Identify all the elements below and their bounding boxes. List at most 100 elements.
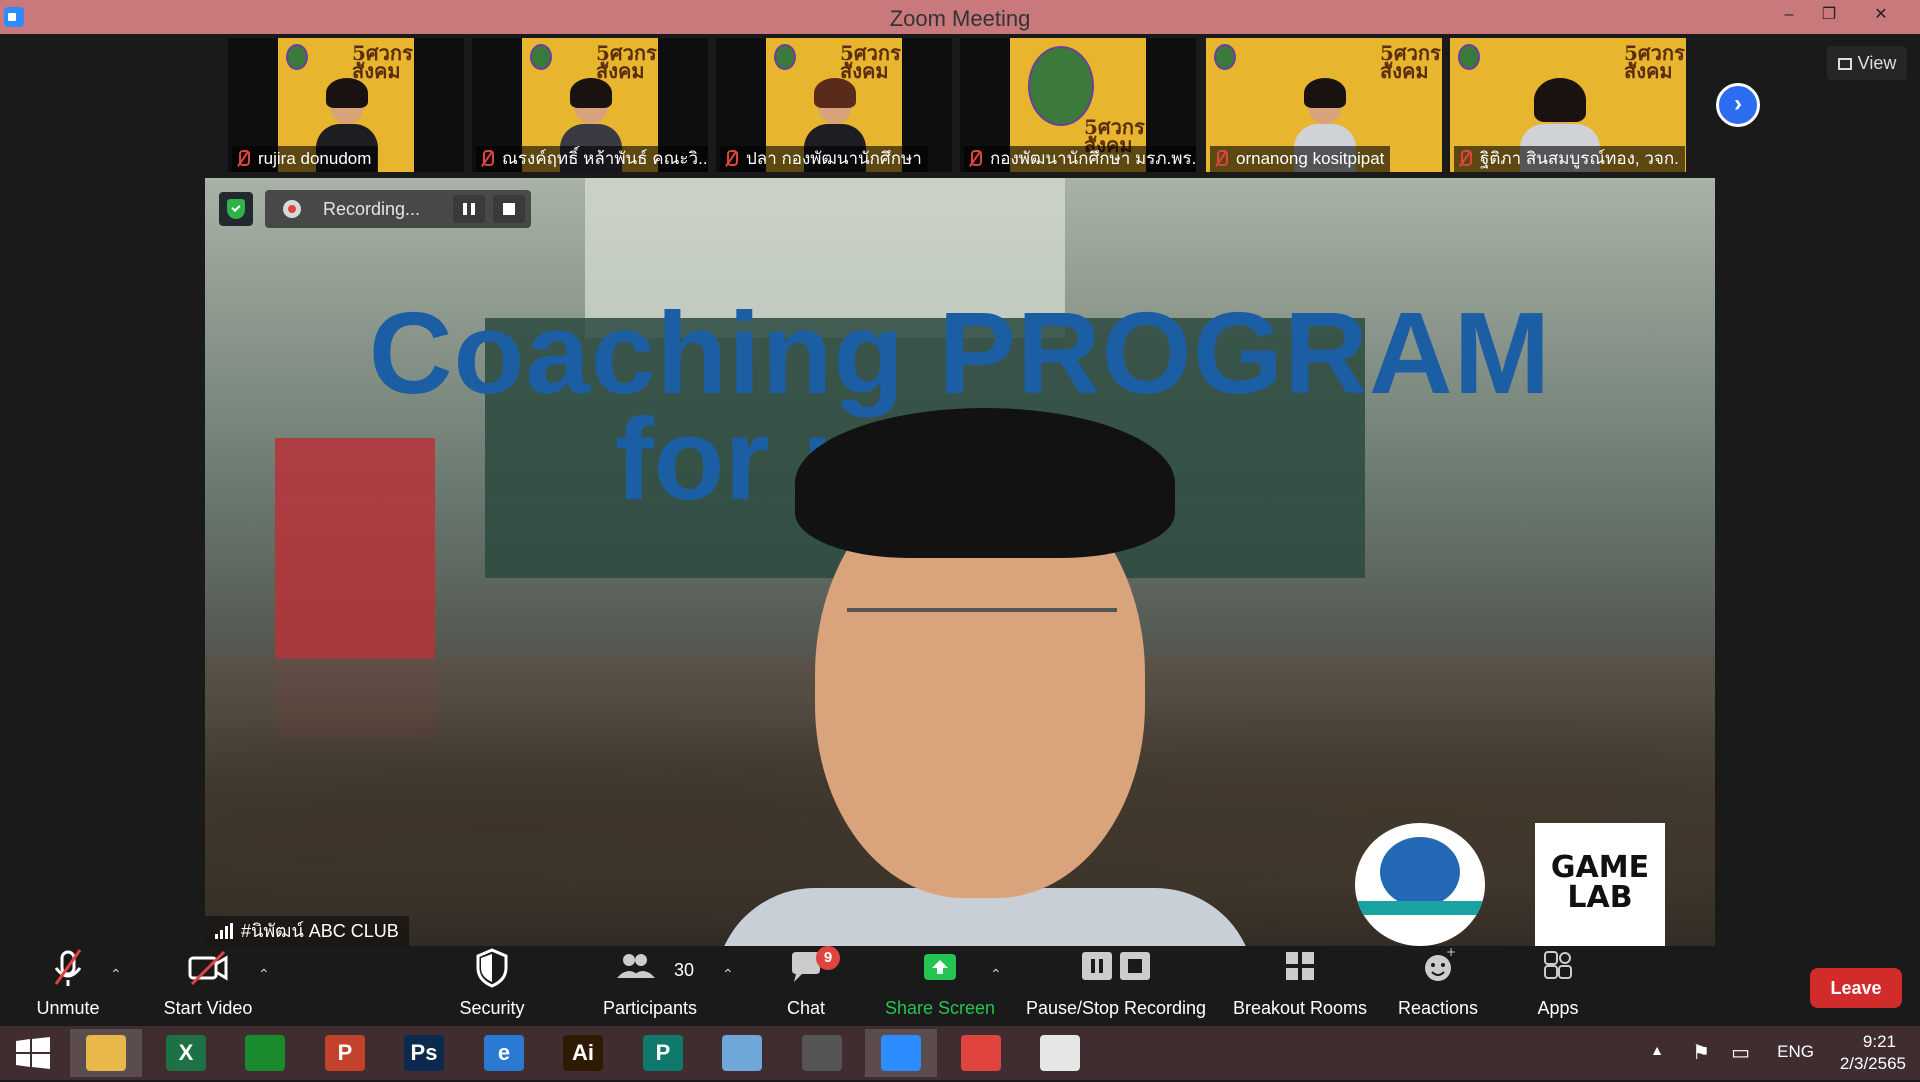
clock-date[interactable]: 2/3/2565 <box>1840 1054 1906 1074</box>
taskbar-illustrator-button[interactable]: Ai <box>547 1029 619 1077</box>
participant-tile[interactable]: 5ศวกร สังคม rujira donudom <box>228 38 464 172</box>
university-seal-icon <box>774 44 796 70</box>
presenter-figure <box>715 408 1255 946</box>
signal-strength-icon <box>215 923 233 939</box>
view-label: View <box>1857 53 1897 73</box>
photoscape-icon <box>802 1035 842 1071</box>
mic-muted-icon <box>1214 150 1228 168</box>
participant-tile[interactable]: 5ศวกร สังคม ณรงค์ฤทธิ์ หล้าพันธ์ คณะวิ... <box>472 38 708 172</box>
taskbar-store-button[interactable] <box>229 1029 301 1077</box>
language-indicator[interactable]: ENG <box>1777 1042 1814 1062</box>
participant-tile[interactable]: 5ศวกร สังคม ornanong kositpipat <box>1206 38 1442 172</box>
chat-icon: 9 <box>772 946 840 990</box>
game-lab-logo: GAME LAB <box>1535 823 1665 946</box>
start-video-label: Start Video <box>163 998 253 1018</box>
participant-tile[interactable]: 5ศวกร สังคม ปลา กองพัฒนานักศึกษา <box>716 38 952 172</box>
brand-logo: 5ศวกร สังคม <box>1624 41 1685 83</box>
taskbar-chrome-button[interactable] <box>945 1029 1017 1077</box>
university-seal-icon <box>530 44 552 70</box>
windows-logo-icon <box>16 1037 50 1069</box>
apps-button[interactable]: Apps <box>1526 946 1590 1026</box>
start-button[interactable] <box>0 1029 66 1077</box>
file-explorer-icon <box>86 1035 126 1071</box>
participants-icon: 30 <box>594 946 706 990</box>
participant-tile[interactable]: 5ศวกร สังคม ฐิติภา สินสมบูรณ์ทอง, วจก. <box>1450 38 1686 172</box>
participants-button[interactable]: 30 Participants <box>594 946 706 1026</box>
excel-icon: X <box>166 1035 206 1071</box>
reactions-icon: + <box>1388 945 1488 990</box>
stop-recording-button[interactable] <box>493 195 525 223</box>
unmute-label: Unmute <box>36 998 100 1018</box>
mic-muted-icon <box>236 150 250 168</box>
close-button[interactable]: ✕ <box>1858 0 1904 34</box>
participant-tile[interactable]: 5ศวกร สังคม กองพัฒนานักศึกษา มรภ.พร... <box>960 38 1196 172</box>
mic-muted-icon <box>1458 150 1472 168</box>
mic-muted-icon <box>22 946 114 990</box>
next-page-button[interactable]: › <box>1716 83 1760 127</box>
pause-stop-icon <box>1024 946 1208 990</box>
share-options-caret[interactable]: ⌃ <box>990 966 1002 983</box>
powerpoint-icon: P <box>325 1035 365 1071</box>
university-logo <box>1355 823 1485 946</box>
mic-muted-icon <box>724 150 738 168</box>
internet-explorer-icon: e <box>484 1035 524 1071</box>
taskbar-internet-explorer-button[interactable]: e <box>468 1029 540 1077</box>
restore-button[interactable]: ❐ <box>1806 0 1852 34</box>
taskbar-excel-button[interactable]: X <box>150 1029 222 1077</box>
action-center-flag-icon[interactable]: ⚑ <box>1692 1040 1710 1065</box>
pause-stop-recording-label: Pause/Stop Recording <box>1025 998 1207 1018</box>
store-icon <box>245 1035 285 1071</box>
apps-label: Apps <box>1537 998 1579 1018</box>
brand-logo: 5ศวกร สังคม <box>1380 41 1441 83</box>
window-titlebar: Zoom Meeting – ❐ ✕ <box>0 0 1920 34</box>
publisher-icon: P <box>643 1035 683 1071</box>
encryption-shield-icon[interactable] <box>219 192 253 226</box>
taskbar-app-blue-button[interactable] <box>706 1029 778 1077</box>
leave-button[interactable]: Leave <box>1810 968 1902 1008</box>
taskbar-photoscape-button[interactable] <box>786 1029 858 1077</box>
taskbar-photoshop-button[interactable]: Ps <box>388 1029 460 1077</box>
share-screen-button[interactable]: Share Screen <box>884 946 996 1026</box>
app-blue-icon <box>722 1035 762 1071</box>
participant-name-label: ฐิติภา สินสมบูรณ์ทอง, วจก. <box>1454 146 1685 172</box>
audio-options-caret[interactable]: ⌃ <box>110 966 122 983</box>
photoshop-icon: Ps <box>404 1035 444 1071</box>
slide-headline: Coaching PROGRAM <box>368 288 1552 418</box>
recording-label: Recording... <box>323 199 421 219</box>
network-icon[interactable]: ▭ <box>1731 1040 1750 1065</box>
zoom-icon <box>881 1035 921 1071</box>
clock-time[interactable]: 9:21 <box>1863 1032 1896 1052</box>
reactions-button[interactable]: + Reactions <box>1388 945 1488 1026</box>
participants-options-caret[interactable]: ⌃ <box>722 966 734 983</box>
windows-taskbar: X P Ps e Ai P ▲ ⚑ ▭ ENG 9:21 2/3/2565 <box>0 1026 1920 1080</box>
mic-muted-icon <box>968 150 982 168</box>
taskbar-file-explorer-button[interactable] <box>70 1029 142 1077</box>
participant-name-label: ณรงค์ฤทธิ์ หล้าพันธ์ คณะวิ... <box>476 146 708 172</box>
view-button[interactable]: View <box>1827 46 1907 80</box>
security-button[interactable]: Security <box>452 946 532 1026</box>
taskbar-publisher-button[interactable]: P <box>627 1029 699 1077</box>
show-hidden-icons-icon[interactable]: ▲ <box>1650 1042 1664 1058</box>
recording-indicator: Recording... <box>265 190 531 228</box>
speaker-name-label: #นิพัฒน์ ABC CLUB <box>205 916 409 946</box>
apps-icon <box>1526 946 1590 990</box>
speaker-name: #นิพัฒน์ ABC CLUB <box>241 921 399 941</box>
taskbar-app-photos-button[interactable] <box>1024 1029 1096 1077</box>
start-video-button[interactable]: Start Video <box>156 946 260 1026</box>
video-options-caret[interactable]: ⌃ <box>258 966 270 983</box>
chat-button[interactable]: 9 Chat <box>772 946 840 1026</box>
university-seal-icon <box>1028 46 1094 126</box>
illustrator-icon: Ai <box>563 1035 603 1071</box>
taskbar-powerpoint-button[interactable]: P <box>309 1029 381 1077</box>
participant-name-label: ornanong kositpipat <box>1210 146 1391 172</box>
unmute-button[interactable]: Unmute <box>22 946 114 1026</box>
pause-recording-button[interactable] <box>453 195 485 223</box>
active-speaker-video: Coaching PROGRAM for rer GAME LAB <box>205 178 1715 946</box>
security-label: Security <box>459 998 525 1018</box>
app-photos-icon <box>1040 1035 1080 1071</box>
pause-stop-recording-button[interactable]: Pause/Stop Recording <box>1024 946 1208 1026</box>
recording-dot-icon <box>283 200 301 218</box>
chat-badge: 9 <box>816 946 840 970</box>
taskbar-zoom-button[interactable] <box>865 1029 937 1077</box>
breakout-rooms-button[interactable]: Breakout Rooms <box>1230 946 1370 1026</box>
